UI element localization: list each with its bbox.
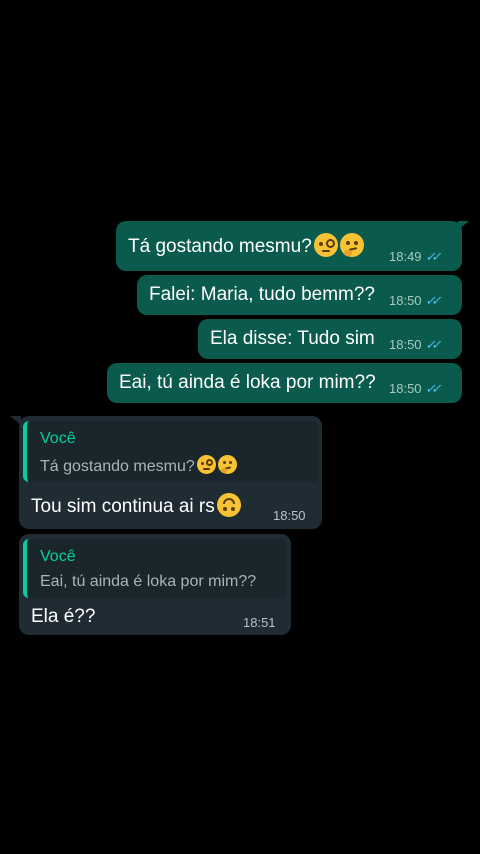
thinking-face-emoji: [339, 233, 364, 257]
face-with-monocle-emoji: [313, 233, 338, 257]
message-text: Tou sim continua ai rs: [31, 496, 215, 517]
incoming-message[interactable]: Você Eai, tú ainda é loka por mim?? Ela …: [19, 534, 291, 635]
face-with-monocle-emoji: [196, 455, 216, 474]
message-text: Falei: Maria, tudo bemm??: [149, 284, 375, 305]
message-time: 18:49: [389, 249, 422, 264]
quote-author: Você: [40, 430, 76, 447]
thinking-face-emoji: [217, 455, 237, 474]
message-time: 18:50: [389, 337, 422, 352]
message-meta: 18:50 ✓✓: [389, 293, 440, 309]
message-time: 18:50: [389, 293, 422, 308]
double-check-icon: ✓✓: [424, 293, 440, 308]
quote-text: Tá gostando mesmu?: [40, 458, 195, 475]
quote-text: Eai, tú ainda é loka por mim??: [40, 573, 257, 590]
message-time: 18:50: [389, 381, 422, 396]
quoted-message[interactable]: Você Tá gostando mesmu?: [23, 421, 318, 482]
message-text: Eai, tú ainda é loka por mim??: [119, 372, 376, 393]
outgoing-message[interactable]: Tá gostando mesmu? 18:49 ✓✓: [116, 221, 462, 271]
message-meta: 18:50 ✓✓: [389, 381, 440, 397]
message-meta: 18:50 ✓✓: [389, 337, 440, 353]
message-text: Ela é??: [31, 606, 96, 627]
message-text: Tá gostando mesmu?: [128, 236, 312, 257]
quote-author: Você: [40, 548, 76, 565]
bubble-tail: [458, 221, 469, 230]
message-text-wrap: Tou sim continua ai rs: [31, 493, 241, 518]
upside-down-face-emoji: [216, 493, 241, 517]
quoted-message[interactable]: Você Eai, tú ainda é loka por mim??: [23, 539, 287, 598]
double-check-icon: ✓✓: [424, 249, 440, 264]
double-check-icon: ✓✓: [424, 337, 440, 352]
message-time: 18:51: [243, 615, 276, 630]
chat-screen: Tá gostando mesmu? 18:49 ✓✓ Falei: Maria,…: [0, 0, 480, 854]
message-text-wrap: Tá gostando mesmu?: [128, 233, 364, 258]
incoming-message[interactable]: Você Tá gostando mesmu? Tou sim continua…: [19, 416, 322, 529]
outgoing-message[interactable]: Falei: Maria, tudo bemm?? 18:50 ✓✓: [137, 275, 462, 315]
outgoing-message[interactable]: Ela disse: Tudo sim 18:50 ✓✓: [198, 319, 462, 359]
quote-text-wrap: Tá gostando mesmu?: [40, 455, 237, 476]
message-meta: 18:49 ✓✓: [389, 249, 440, 265]
message-time: 18:50: [273, 508, 306, 523]
message-text: Ela disse: Tudo sim: [210, 328, 375, 349]
outgoing-message[interactable]: Eai, tú ainda é loka por mim?? 18:50 ✓✓: [107, 363, 462, 403]
double-check-icon: ✓✓: [424, 381, 440, 396]
